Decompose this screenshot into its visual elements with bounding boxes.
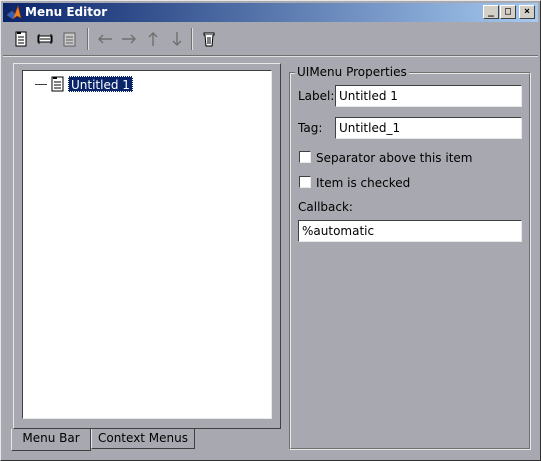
close-button[interactable]: × [519,5,535,19]
matlab-logo-icon [6,5,22,20]
title-bar[interactable]: Menu Editor _ □ × [3,3,538,22]
move-up-icon [148,32,158,46]
label-caption: Label: [298,89,335,103]
new-menu-icon [15,31,27,47]
tree-item-untitled-1[interactable]: Untitled 1 [68,76,133,92]
separator-label: Separator above this item [316,151,473,165]
move-down-icon [172,32,182,46]
move-left-icon [98,34,112,44]
label-field[interactable]: Untitled 1 [335,85,522,107]
toolbar [3,24,538,54]
delete-button[interactable] [199,28,219,50]
menu-tree[interactable]: Untitled 1 [22,70,272,419]
menu-editor-window: Menu Editor _ □ × Untitled 1 Menu Bar Co… [0,0,541,461]
new-context-menu-button[interactable] [59,28,79,50]
callback-field[interactable]: %automatic [298,220,522,242]
move-down-button[interactable] [167,28,187,50]
new-menu-item-button[interactable] [35,28,55,50]
new-menu-item-icon [37,34,53,44]
separator-checkbox[interactable] [299,151,311,163]
tab-context-menus[interactable]: Context Menus [91,429,195,449]
move-right-icon [122,34,136,44]
toolbar-separator [191,28,193,50]
callback-caption: Callback: [298,200,353,214]
tag-field[interactable]: Untitled_1 [335,117,522,139]
tree-connector [35,84,47,85]
move-up-button[interactable] [143,28,163,50]
group-title: UIMenu Properties [295,65,409,79]
menu-node-icon [51,76,64,92]
tab-menu-bar[interactable]: Menu Bar [11,429,91,451]
new-menu-button[interactable] [11,28,31,50]
item-checked-checkbox[interactable] [299,176,311,188]
delete-icon [203,32,215,47]
maximize-button[interactable]: □ [500,5,516,19]
toolbar-separator [87,28,89,50]
item-checked-label: Item is checked [316,176,411,190]
new-context-menu-icon [63,32,76,47]
window-title: Menu Editor [25,5,108,19]
tag-caption: Tag: [298,121,323,135]
move-left-button[interactable] [95,28,115,50]
move-right-button[interactable] [119,28,139,50]
toolbar-divider [3,55,538,57]
minimize-button[interactable]: _ [483,5,499,19]
